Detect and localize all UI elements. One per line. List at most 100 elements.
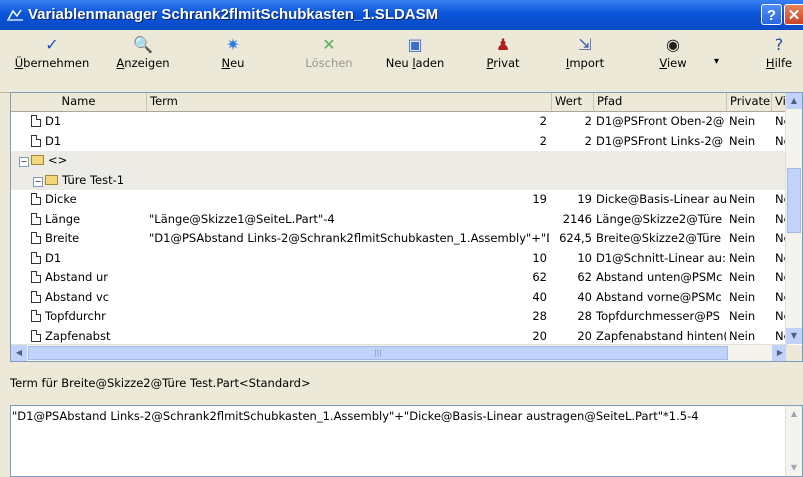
- cell-pfad: Abstand unten@PSMc: [596, 270, 723, 284]
- cell-private[interactable]: Nein: [729, 231, 771, 245]
- toolbar-button-label: Neu: [221, 56, 245, 70]
- toolbar-button-label: Löschen: [305, 56, 353, 70]
- horizontal-scroll-thumb[interactable]: |||: [28, 346, 728, 360]
- table-row[interactable]: Abstand vc4040Abstand vorne@PSMcNeinNe: [11, 288, 787, 308]
- cell-private[interactable]: Nein: [729, 329, 771, 343]
- cell-name: Zapfenabst: [31, 329, 147, 343]
- toolbar-button-3[interactable]: ✕ Löschen: [295, 34, 363, 70]
- toolbar-button-4[interactable]: ▣ Neu laden: [375, 34, 455, 70]
- table-row[interactable]: D122D1@PSFront Links-2@NeinNe: [11, 132, 787, 152]
- cell-value: 62: [577, 270, 592, 284]
- term-scroll-down-icon[interactable]: ▼: [786, 460, 802, 476]
- table-row[interactable]: D122D1@PSFront Oben-2@NeinNe: [11, 112, 787, 132]
- view-dropdown-arrow-icon[interactable]: ▾: [714, 56, 719, 67]
- toolbar-button-5[interactable]: ♟ Privat: [478, 34, 528, 70]
- toolbar-button-2[interactable]: ✷ Neu: [214, 34, 252, 70]
- col-header-term[interactable]: Term: [147, 93, 552, 111]
- table-row[interactable]: − <>: [11, 151, 787, 171]
- horizontal-scrollbar[interactable]: ◀ ||| ▶: [11, 344, 788, 361]
- toolbar-button-6[interactable]: ⇲ Import: [560, 34, 610, 70]
- window-title: Variablenmanager Schrank2flmitSchubkaste…: [28, 6, 439, 23]
- toolbar-button-1[interactable]: 🔍 Anzeigen: [112, 34, 174, 70]
- col-header-name[interactable]: Name: [11, 93, 147, 111]
- toolbar-button-label: Neu laden: [385, 56, 445, 70]
- cell-value: 2146: [562, 211, 592, 226]
- col-header-pfad[interactable]: Pfad: [594, 93, 727, 111]
- grid-header: Name Term Wert Pfad Private Vi: [11, 93, 802, 112]
- cell-name: D1: [31, 114, 147, 128]
- cell-value: 624,5: [559, 231, 592, 245]
- table-row[interactable]: Dicke1919Dicke@Basis-Linear auNeinNe: [11, 190, 787, 210]
- term-label: Term für Breite@Skizze2@Türe Test.Part<S…: [10, 376, 311, 390]
- term-scrollbar[interactable]: ▲ ▼: [785, 406, 802, 476]
- toolbar-button-label: Privat: [486, 56, 520, 70]
- variables-grid[interactable]: Name Term Wert Pfad Private Vi D1 2 2 D1@PS…: [10, 92, 803, 362]
- toolbar-button-8[interactable]: ? Hilfe: [755, 34, 803, 70]
- cell-name: D1: [31, 134, 147, 148]
- cell-pfad: Abstand vorne@PSMc: [596, 289, 722, 304]
- term-editor[interactable]: "D1@PSAbstand Links-2@Schrank2flmitSchub…: [10, 405, 803, 477]
- app-icon: [7, 9, 23, 21]
- cell-term: "D1@PSAbstand Links-2@Schrank2flmitSchub…: [149, 231, 549, 245]
- cell-wert: 62: [532, 270, 547, 284]
- cell-private[interactable]: Nein: [729, 251, 771, 265]
- cell-name: Breite: [31, 231, 147, 245]
- toolbar-button-label: Übernehmen: [14, 56, 90, 70]
- col-header-private[interactable]: Private: [727, 93, 772, 111]
- table-row[interactable]: Breite "D1@PSAbstand Links-2@Schrank2flmi…: [11, 229, 787, 249]
- toolbar-button-label: Hilfe: [765, 56, 793, 70]
- checkmark-icon: ✓: [45, 35, 59, 54]
- cell-name: Topfdurchr: [31, 309, 147, 323]
- table-row[interactable]: Abstand ur6262Abstand unten@PSMcNeinNe: [11, 268, 787, 288]
- grid-rows: D122D1@PSFront Oben-2@NeinNeD122D1@PSFro…: [11, 112, 787, 344]
- toolbar-button-label: Import: [565, 56, 605, 70]
- help-icon: ?: [774, 35, 784, 54]
- cell-pfad: Topfdurchmesser@PS: [596, 309, 720, 323]
- collapse-icon[interactable]: −: [19, 157, 29, 167]
- table-row[interactable]: Topfdurchr2828Topfdurchmesser@PSNeinNe: [11, 307, 787, 327]
- cell-private[interactable]: Nein: [729, 309, 771, 323]
- toolbar-button-0[interactable]: ✓ Übernehmen: [6, 34, 98, 70]
- cell-private[interactable]: Nein: [729, 290, 771, 304]
- reload-icon: ▣: [407, 35, 423, 54]
- cell-private[interactable]: Nein: [729, 270, 771, 284]
- scroll-corner: [786, 345, 802, 361]
- cell-wert: 28: [532, 309, 547, 323]
- collapse-icon[interactable]: −: [33, 176, 43, 187]
- magnifier-icon: 🔍: [133, 35, 153, 54]
- term-value[interactable]: "D1@PSAbstand Links-2@Schrank2flmitSchub…: [12, 409, 699, 423]
- cell-wert: 10: [532, 250, 547, 265]
- scroll-up-icon[interactable]: ▲: [786, 93, 802, 109]
- folder-icon: [31, 155, 44, 165]
- table-row[interactable]: Zapfenabst 20 20 Zapfenabstand hinten(Nein N…: [11, 327, 787, 345]
- toolbar-button-label: Anzeigen: [116, 56, 170, 70]
- help-title-button[interactable]: ?: [761, 4, 782, 25]
- term-scroll-up-icon[interactable]: ▲: [786, 406, 802, 422]
- cell-wert: 19: [532, 192, 547, 206]
- cell-pfad: D1@Schnitt-Linear au:: [596, 250, 726, 265]
- cell-value: 28: [577, 309, 592, 323]
- delete-x-icon: ✕: [322, 35, 336, 54]
- document-icon: [31, 115, 41, 127]
- table-row[interactable]: Länge "Länge@Skizze1@SeiteL.Part"-4 2146 Lä…: [11, 210, 787, 230]
- cell-value: 20: [577, 328, 592, 343]
- document-icon: [31, 329, 41, 342]
- cell-private[interactable]: Nein: [729, 134, 771, 148]
- toolbar-button-7[interactable]: ◉ View ▾: [648, 34, 719, 70]
- vertical-scroll-thumb[interactable]: [787, 168, 801, 233]
- cell-private[interactable]: Nein: [729, 192, 771, 206]
- close-button[interactable]: ✕: [784, 4, 803, 25]
- cell-wert: 2: [539, 133, 547, 148]
- scroll-left-icon[interactable]: ◀: [11, 345, 27, 361]
- cell-private[interactable]: Nein: [729, 212, 771, 226]
- table-row[interactable]: D11010D1@Schnitt-Linear au:NeinNe: [11, 249, 787, 269]
- cell-pfad: Dicke@Basis-Linear au: [596, 192, 726, 206]
- col-header-wert[interactable]: Wert: [552, 93, 594, 111]
- cell-pfad: D1@PSFront Links-2@: [596, 133, 724, 148]
- table-row[interactable]: − Türe Test-1: [11, 170, 787, 190]
- vertical-scrollbar[interactable]: ▲ ▼: [785, 93, 802, 344]
- cell-private[interactable]: Nein: [729, 114, 771, 128]
- document-icon: [31, 271, 41, 283]
- title-bar[interactable]: Variablenmanager Schrank2flmitSchubkaste…: [0, 0, 803, 30]
- scroll-down-icon[interactable]: ▼: [786, 328, 802, 344]
